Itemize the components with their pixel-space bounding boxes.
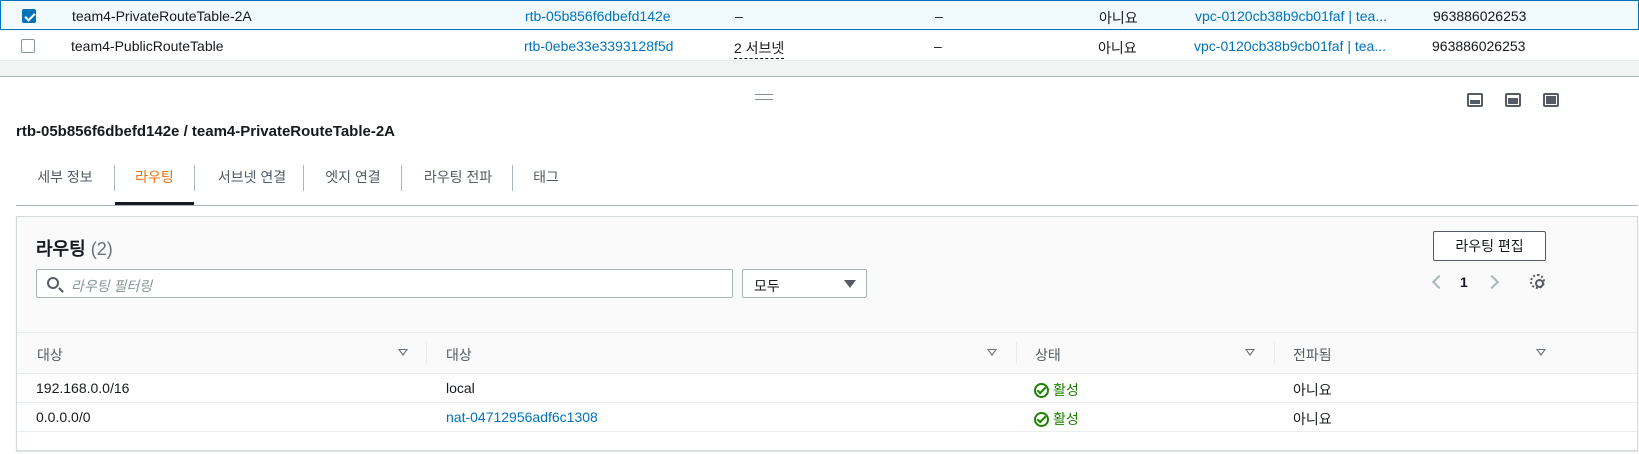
- route-propagated: 아니요: [1293, 411, 1332, 427]
- route-table-id-link[interactable]: rtb-05b856f6dbefd142e: [525, 8, 671, 24]
- owner-id: 963886026253: [1433, 8, 1527, 24]
- table-row[interactable]: team4-PublicRouteTable rtb-0ebe33e339312…: [0, 31, 1639, 61]
- sort-icon[interactable]: [398, 349, 408, 356]
- tab-separator: [512, 165, 513, 191]
- tab-routes[interactable]: 라우팅: [115, 150, 194, 205]
- route-filter-input[interactable]: 라우팅 필터링: [36, 269, 733, 298]
- layout-side-icon[interactable]: [1505, 93, 1521, 107]
- route-destination: 0.0.0.0/0: [36, 409, 91, 425]
- route-table-name: team4-PrivateRouteTable-2A: [72, 8, 252, 24]
- tab-subnet-associations[interactable]: 서브넷 연결: [203, 150, 301, 205]
- column-header-status[interactable]: 상태: [1035, 345, 1061, 365]
- routes-header: 라우팅 (2) 라우팅 편집 라우팅 필터링 모두 1: [17, 217, 1637, 333]
- tab-separator: [401, 165, 402, 191]
- route-destination: 192.168.0.0/16: [36, 380, 130, 396]
- column-separator[interactable]: [426, 342, 427, 364]
- route-table-name: team4-PublicRouteTable: [71, 38, 224, 54]
- explicit-subnets: –: [735, 8, 743, 24]
- row-checkbox[interactable]: [21, 39, 35, 53]
- route-target-link[interactable]: nat-04712956adf6c1308: [446, 409, 598, 425]
- chevron-left-icon[interactable]: [1431, 274, 1447, 290]
- main-flag: 아니요: [1098, 40, 1137, 56]
- main-flag: 아니요: [1099, 10, 1138, 26]
- tab-details[interactable]: 세부 정보: [22, 150, 108, 205]
- routes-table-header: 대상 대상 상태 전파됨: [17, 333, 1637, 374]
- vpc-link[interactable]: vpc-0120cb38b9cb01faf | tea...: [1195, 8, 1387, 24]
- status-ok-icon: [1034, 412, 1049, 427]
- sort-icon[interactable]: [987, 349, 997, 356]
- column-header-destination[interactable]: 대상: [37, 345, 63, 365]
- route-filter-select[interactable]: 모두: [742, 269, 867, 298]
- routes-count: (2): [90, 239, 113, 259]
- route-propagated: 아니요: [1293, 382, 1332, 398]
- detail-tabs: 세부 정보 라우팅 서브넷 연결 엣지 연결 라우팅 전파 태그: [16, 150, 1638, 206]
- column-separator[interactable]: [1274, 342, 1275, 364]
- search-placeholder: 라우팅 필터링: [71, 278, 153, 294]
- caret-down-icon: [844, 280, 856, 288]
- tab-route-propagation[interactable]: 라우팅 전파: [411, 150, 505, 205]
- route-status: 활성: [1034, 409, 1079, 429]
- pagination: 1: [1429, 273, 1629, 293]
- route-status: 활성: [1034, 380, 1079, 400]
- column-separator[interactable]: [1016, 342, 1017, 364]
- status-ok-icon: [1034, 383, 1049, 398]
- vpc-link[interactable]: vpc-0120cb38b9cb01faf | tea...: [1194, 38, 1386, 54]
- select-value: 모두: [754, 278, 780, 294]
- routes-title-text: 라우팅: [36, 239, 86, 259]
- sort-icon[interactable]: [1245, 349, 1255, 356]
- sort-icon[interactable]: [1536, 349, 1546, 356]
- routes-title: 라우팅 (2): [36, 235, 113, 261]
- owner-id: 963886026253: [1432, 38, 1526, 54]
- column-header-propagated[interactable]: 전파됨: [1293, 345, 1332, 365]
- edge-associations: –: [935, 8, 943, 24]
- page-number[interactable]: 1: [1460, 274, 1468, 290]
- layout-full-icon[interactable]: [1543, 93, 1559, 107]
- resize-handle-icon[interactable]: [755, 94, 773, 100]
- route-status-text: 활성: [1053, 382, 1079, 398]
- row-checkbox[interactable]: [22, 9, 36, 23]
- tab-tags[interactable]: 태그: [522, 150, 570, 205]
- tab-edge-associations[interactable]: 엣지 연결: [313, 150, 393, 205]
- route-status-text: 활성: [1053, 411, 1079, 427]
- table-row: 0.0.0.0/0 nat-04712956adf6c1308 활성 아니요: [17, 403, 1637, 432]
- route-table-id-link[interactable]: rtb-0ebe33e3393128f5d: [524, 38, 673, 54]
- edit-routes-button[interactable]: 라우팅 편집: [1433, 231, 1546, 261]
- edge-associations: –: [934, 38, 942, 54]
- search-icon: [47, 277, 59, 289]
- table-row: 192.168.0.0/16 local 활성 아니요: [17, 374, 1637, 403]
- tab-separator: [194, 165, 195, 191]
- layout-bottom-icon[interactable]: [1467, 93, 1483, 107]
- list-footer-gap: [0, 62, 1639, 76]
- routes-container: 라우팅 (2) 라우팅 편집 라우팅 필터링 모두 1 대상 대상 상태 전파됨: [16, 216, 1638, 451]
- tab-separator: [303, 165, 304, 191]
- table-row[interactable]: team4-PrivateRouteTable-2A rtb-05b856f6d…: [0, 0, 1639, 30]
- chevron-right-icon[interactable]: [1484, 274, 1500, 290]
- column-header-target[interactable]: 대상: [446, 345, 472, 365]
- explicit-subnets[interactable]: 2 서브넷: [734, 38, 785, 59]
- gear-icon[interactable]: [1530, 274, 1545, 289]
- route-target: local: [446, 380, 475, 396]
- detail-title: rtb-05b856f6dbefd142e / team4-PrivateRou…: [16, 123, 396, 140]
